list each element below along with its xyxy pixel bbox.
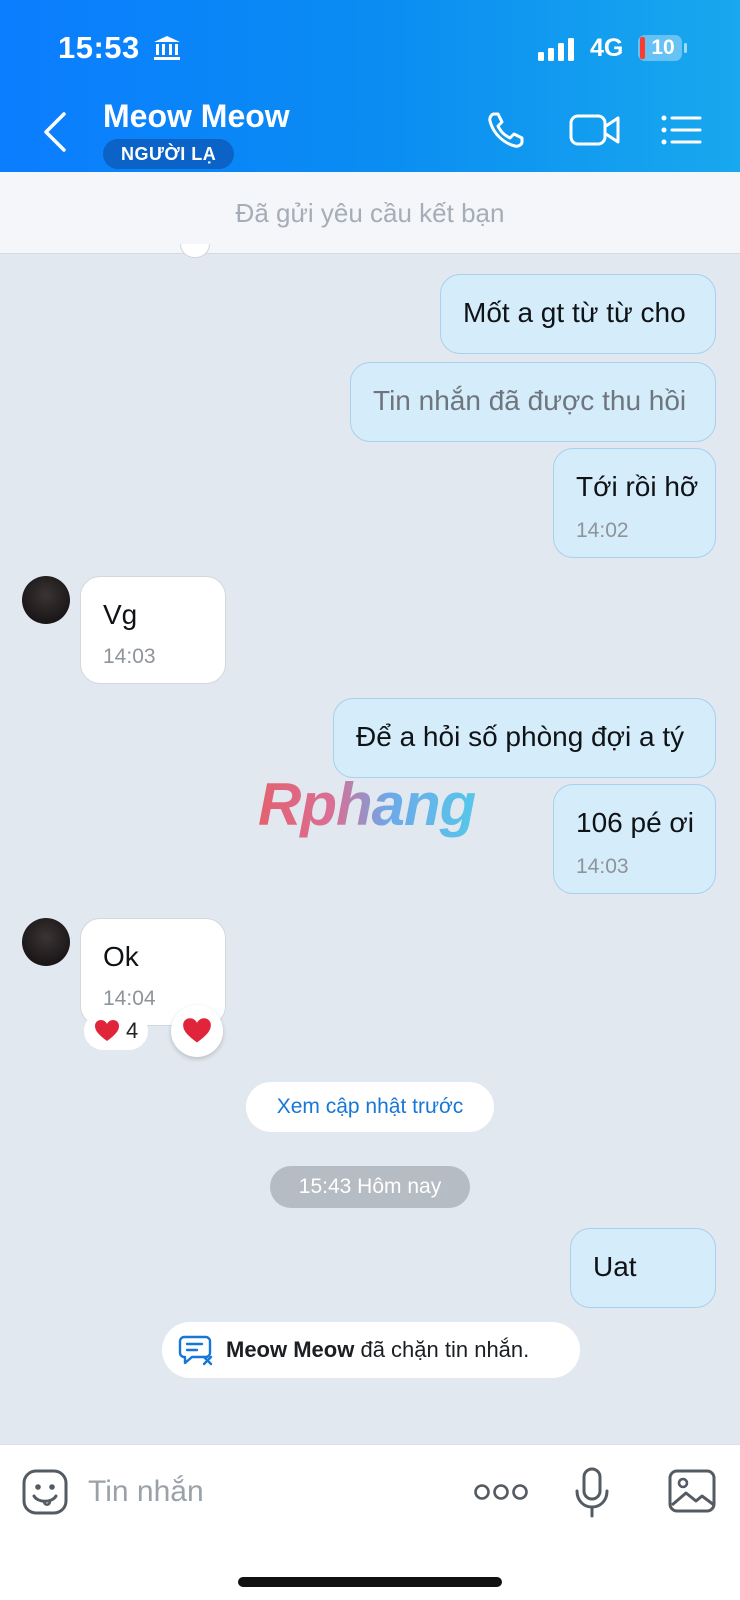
phone-icon[interactable]	[484, 108, 534, 152]
blocked-contact-name: Meow Meow	[226, 1337, 355, 1362]
back-arrow-icon[interactable]	[36, 108, 76, 156]
home-indicator[interactable]	[238, 1577, 502, 1587]
bank-icon	[154, 36, 180, 60]
reaction-count: 4	[126, 1018, 139, 1043]
message-time: 14:03	[103, 645, 156, 668]
chat-area[interactable]: Mốt a gt từ từ cho Tin nhắn đã được thu …	[0, 244, 740, 1444]
microphone-icon[interactable]	[574, 1467, 610, 1519]
message-text: Uat	[593, 1251, 637, 1282]
video-call-icon[interactable]	[568, 108, 622, 152]
menu-icon[interactable]	[660, 108, 704, 152]
message-bubble[interactable]: Để a hỏi số phòng đợi a tý	[333, 698, 716, 778]
message-time: 14:04	[103, 987, 156, 1010]
message-text: Tới rồi hỡ	[576, 471, 699, 502]
network-type: 4G	[590, 34, 624, 62]
message-text: Vg	[103, 599, 138, 630]
image-icon[interactable]	[668, 1469, 716, 1513]
message-text: Mốt a gt từ từ cho	[463, 297, 686, 328]
signal-icon	[538, 38, 574, 61]
message-bubble[interactable]: Uat	[570, 1228, 716, 1308]
message-bubble[interactable]: Tới rồi hỡ 14:02	[553, 448, 716, 558]
more-icon[interactable]	[474, 1481, 528, 1503]
message-bubble[interactable]: 106 pé ơi 14:03	[553, 784, 716, 894]
message-text: Ok	[103, 941, 139, 972]
heart-icon	[95, 1020, 119, 1041]
message-time: 14:02	[576, 519, 629, 542]
recalled-message-bubble[interactable]: Tin nhắn đã được thu hồi	[350, 362, 716, 442]
message-bubble[interactable]: Mốt a gt từ từ cho	[440, 274, 716, 354]
battery-level: 10	[651, 36, 675, 59]
react-button[interactable]	[171, 1005, 223, 1057]
date-divider: 15:43 Hôm nay	[270, 1166, 470, 1208]
watermark-logo: Rphang	[258, 771, 476, 838]
heart-icon	[183, 1018, 211, 1043]
message-text: Tin nhắn đã được thu hồi	[373, 385, 687, 416]
contact-avatar[interactable]	[22, 576, 70, 624]
message-input[interactable]	[88, 1469, 438, 1515]
view-older-updates-button[interactable]: Xem cập nhật trước	[246, 1082, 494, 1132]
friend-request-status: Đã gửi yêu cầu kết bạn	[0, 172, 740, 254]
message-bubble[interactable]: Vg 14:03	[80, 576, 226, 684]
message-text: 106 pé ơi	[576, 807, 695, 838]
message-text: Để a hỏi số phòng đợi a tý	[356, 721, 685, 752]
chat-header: 15:53 4G 10 Meow Meow NGƯỜI LẠ	[0, 0, 740, 172]
contact-name[interactable]: Meow Meow	[103, 98, 290, 135]
blocked-notice: Meow Meow đã chặn tin nhắn.	[162, 1322, 580, 1378]
reaction-summary[interactable]: 4	[84, 1012, 149, 1050]
contact-avatar[interactable]	[22, 918, 70, 966]
stranger-badge: NGƯỜI LẠ	[103, 139, 235, 169]
sticker-icon[interactable]	[22, 1469, 68, 1515]
status-time: 15:53	[58, 30, 140, 65]
message-time: 14:03	[576, 855, 629, 878]
previous-message-edge	[180, 244, 210, 258]
blocked-text: đã chặn tin nhắn.	[354, 1337, 530, 1362]
blocked-chat-icon	[178, 1335, 213, 1366]
